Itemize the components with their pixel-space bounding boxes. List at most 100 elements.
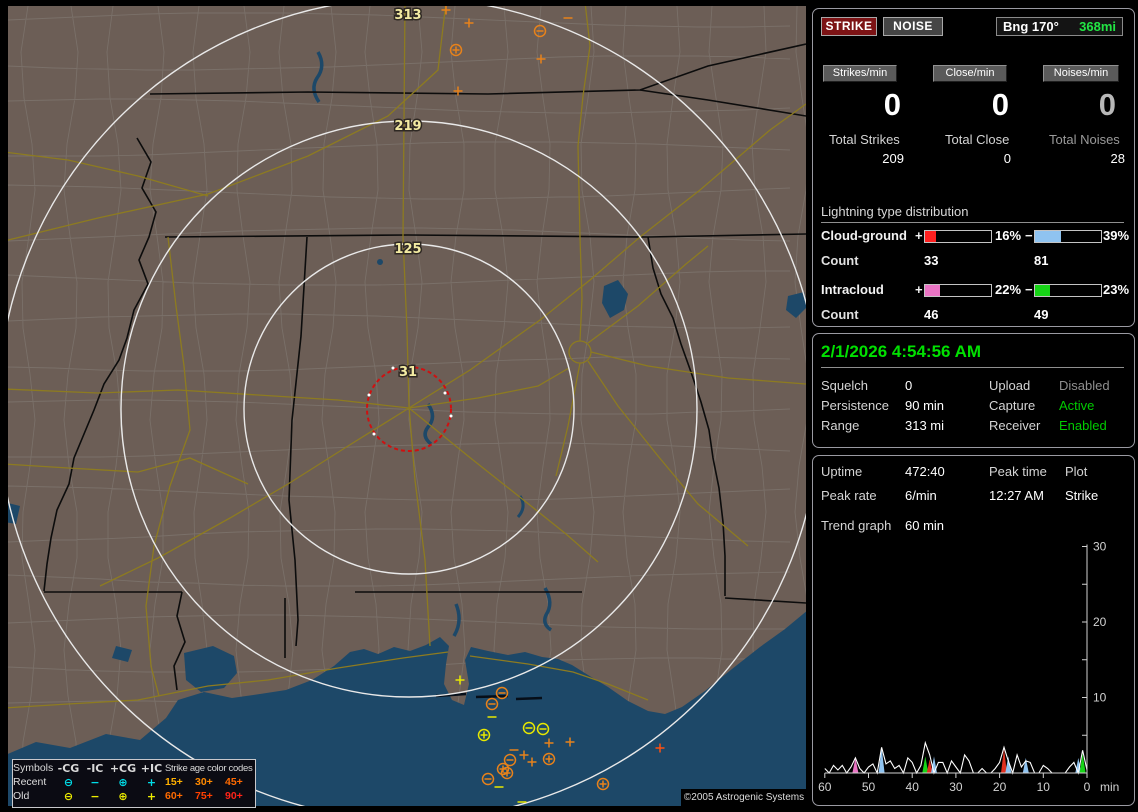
copyright-text: ©2005 Astrogenic Systems	[681, 789, 807, 806]
svg-text:50: 50	[862, 780, 876, 794]
svg-text:10: 10	[1093, 691, 1107, 705]
total-noises-label: Total Noises	[1049, 132, 1120, 147]
upload-label: Upload	[989, 378, 1030, 393]
bearing-label: Bng 170°	[1003, 18, 1059, 35]
uptime-label: Uptime	[821, 464, 862, 479]
circle-minus-icon: ⊖	[55, 790, 82, 803]
small-lake-dot	[377, 259, 383, 265]
svg-text:10: 10	[1037, 780, 1051, 794]
range-ring-label: 125	[394, 242, 421, 257]
persistence-value: 90 min	[905, 398, 944, 413]
svg-text:40: 40	[906, 780, 920, 794]
uptime-value: 472:40	[905, 464, 945, 479]
trend-x-unit: min	[1100, 780, 1119, 794]
cg-positive-count: 33	[924, 253, 938, 268]
close-per-min-value: 0	[929, 89, 1009, 121]
age-75: 75+	[195, 790, 225, 802]
cloud-ground-label: Cloud-ground	[821, 228, 907, 243]
total-strikes-label: Total Strikes	[829, 132, 900, 147]
capture-label: Capture	[989, 398, 1035, 413]
minus-sign: −	[1025, 228, 1033, 243]
peak-time-label: Peak time	[989, 464, 1047, 479]
trend-graph: 1020306050403020100min	[813, 538, 1132, 803]
capture-status: Active	[1059, 398, 1094, 413]
status-panel: 2/1/2026 4:54:56 AM Squelch 0 Upload Dis…	[812, 333, 1135, 448]
ic-negative-count: 49	[1034, 307, 1048, 322]
minus-icon: −	[82, 790, 108, 803]
total-strikes-value: 209	[821, 151, 904, 166]
legend-col-neg-ic: -IC	[82, 762, 108, 775]
trend-line	[825, 743, 1087, 773]
plus-icon: +	[138, 790, 165, 803]
cg-negative-pct: 39%	[1103, 228, 1129, 243]
map-canvas[interactable]: 313 219 125 31	[8, 6, 806, 806]
age-60: 60+	[165, 790, 195, 802]
legend-row-old-label: Old	[13, 790, 55, 802]
squelch-label: Squelch	[821, 378, 868, 393]
range-ring-label: 31	[399, 365, 417, 380]
range-value: 313 mi	[905, 418, 944, 433]
circle-plus-icon: ⊕	[108, 776, 138, 789]
peak-rate-label: Peak rate	[821, 488, 877, 503]
peak-rate-value: 6/min	[905, 488, 937, 503]
age-15: 15+	[165, 776, 195, 788]
bearing-distance: 368mi	[1079, 18, 1116, 35]
svg-text:30: 30	[1093, 540, 1107, 554]
cg-count-label: Count	[821, 253, 859, 268]
circle-plus-icon: ⊕	[108, 790, 138, 803]
cg-positive-bar-fill	[925, 231, 936, 242]
strike-mode-button[interactable]: STRIKE	[821, 17, 877, 36]
svg-text:60: 60	[818, 780, 832, 794]
trend-tick-labels: 1020306050403020100min	[818, 540, 1119, 795]
distribution-title: Lightning type distribution	[821, 204, 1124, 223]
noise-mode-button[interactable]: NOISE	[883, 17, 943, 36]
receiver-status: Enabled	[1059, 418, 1107, 433]
total-close-label: Total Close	[945, 132, 1009, 147]
range-ring-label: 219	[394, 119, 421, 134]
persistence-label: Persistence	[821, 398, 889, 413]
squelch-value: 0	[905, 378, 912, 393]
upload-status: Disabled	[1059, 378, 1110, 393]
cg-positive-pct: 16%	[995, 228, 1021, 243]
ic-count-label: Count	[821, 307, 859, 322]
lightning-map[interactable]: 313 219 125 31	[8, 6, 806, 806]
map-legend: Symbols -CG -IC +CG +IC Strike age color…	[12, 759, 256, 808]
trend-panel: Uptime 472:40 Peak time Plot Peak rate 6…	[812, 455, 1135, 806]
trend-graph-label: Trend graph	[821, 518, 891, 533]
ic-negative-pct: 23%	[1103, 282, 1129, 297]
noises-per-min-button[interactable]: Noises/min	[1043, 65, 1119, 82]
plot-mode-value: Strike	[1065, 488, 1098, 503]
app-window: 313 219 125 31 Symbols -CG -IC +CG +IC Stri…	[0, 0, 1138, 812]
plus-sign: +	[915, 228, 923, 243]
svg-text:30: 30	[949, 780, 963, 794]
ic-negative-bar-fill	[1035, 285, 1050, 296]
legend-col-neg-cg: -CG	[55, 762, 82, 775]
svg-text:0: 0	[1084, 780, 1091, 794]
close-per-min-button[interactable]: Close/min	[933, 65, 1007, 82]
legend-col-pos-ic: +IC	[138, 762, 165, 775]
range-ring-label: 313	[394, 8, 421, 23]
trend-axes	[825, 545, 1087, 779]
cg-negative-count: 81	[1034, 253, 1048, 268]
stats-panel: STRIKE NOISE Bng 170° 368mi Strikes/min …	[812, 8, 1135, 327]
svg-text:20: 20	[993, 780, 1007, 794]
receiver-label: Receiver	[989, 418, 1040, 433]
cg-negative-bar-fill	[1035, 231, 1061, 242]
plus-sign: +	[915, 282, 923, 297]
age-90: 90+	[225, 790, 252, 802]
ic-positive-pct: 22%	[995, 282, 1021, 297]
legend-row-recent-label: Recent	[13, 776, 55, 788]
cg-negative-bar	[1034, 230, 1102, 243]
date-time-display: 2/1/2026 4:54:56 AM	[821, 342, 1124, 368]
strikes-per-min-value: 0	[821, 89, 901, 121]
minus-icon: −	[82, 776, 108, 789]
noises-per-min-value: 0	[1036, 89, 1116, 121]
intracloud-label: Intracloud	[821, 282, 884, 297]
strikes-per-min-button[interactable]: Strikes/min	[823, 65, 897, 82]
age-30: 30+	[195, 776, 225, 788]
bearing-readout: Bng 170° 368mi	[996, 17, 1123, 36]
legend-age-header: Strike age color codes	[165, 763, 252, 774]
total-close-value: 0	[929, 151, 1011, 166]
plus-icon: +	[138, 776, 165, 789]
total-noises-value: 28	[1043, 151, 1125, 166]
